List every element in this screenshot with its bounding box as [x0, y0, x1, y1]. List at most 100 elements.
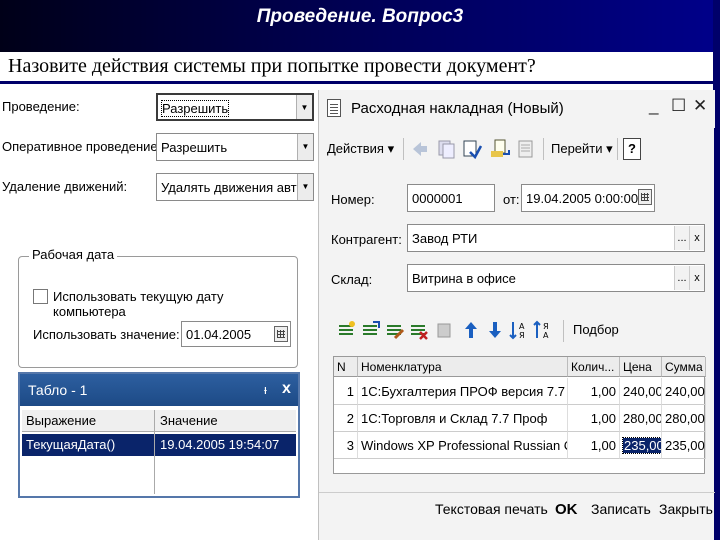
clear-icon[interactable]: x [689, 226, 704, 250]
work-date-input[interactable]: 01.04.2005 [181, 321, 291, 347]
quantity-cell[interactable]: 1,00 [568, 405, 620, 432]
setting-row-operative-posting: Оперативное проведение: Разрешить ▼ [2, 131, 314, 161]
copy-document-icon[interactable] [435, 138, 457, 160]
sum-cell[interactable]: 240,00 [662, 378, 706, 405]
row-number-cell[interactable]: 1 [334, 378, 358, 405]
close-icon[interactable]: x [282, 380, 291, 398]
sum-cell[interactable]: 280,00 [662, 405, 706, 432]
tablo-title: Табло - 1 [28, 382, 88, 398]
value-cell[interactable]: 19.04.2005 19:54:07 [160, 437, 279, 452]
select-ellipsis-button[interactable]: ... [674, 266, 689, 290]
svg-text:A: A [543, 331, 549, 340]
warehouse-label: Склад: [331, 272, 373, 287]
ok-button[interactable]: OK [555, 501, 578, 518]
select-ellipsis-button[interactable]: ... [674, 226, 689, 250]
column-header[interactable]: Номенклатура [358, 357, 568, 377]
item-name-cell[interactable]: 1С:Бухгалтерия ПРОФ версия 7.7 [358, 378, 568, 405]
setting-label: Оперативное проведение: [2, 139, 162, 154]
setting-row-delete-movements: Удаление движений: Удалять движения авто… [2, 171, 314, 201]
expression-cell[interactable]: ТекущаяДата() [26, 437, 115, 452]
date-value: 19.04.2005 0:00:00 [526, 191, 639, 206]
sort-descending-icon[interactable]: ЯA [533, 320, 553, 340]
close-icon[interactable]: ✕ [693, 96, 707, 116]
price-cell[interactable]: 235,00 [620, 432, 662, 459]
item-name-cell[interactable]: Windows XP Professional Russian CD [358, 432, 568, 459]
pin-icon[interactable]: ᵻ [264, 382, 267, 397]
window-titlebar: Расходная накладная (Новый) _ ☐ ✕ [319, 90, 715, 128]
copy-row-icon[interactable] [361, 320, 381, 340]
price-cell[interactable]: 240,00 [620, 378, 662, 405]
contractor-input[interactable]: Завод РТИ ... x [407, 224, 705, 252]
column-header[interactable]: Сумма [662, 357, 706, 377]
actions-menu-button[interactable]: Действия ▾ [327, 141, 394, 157]
help-button[interactable]: ? [623, 138, 641, 160]
maximize-icon[interactable]: ☐ [671, 96, 686, 116]
column-header[interactable]: Значение [160, 413, 218, 428]
document-list-icon[interactable] [515, 138, 537, 160]
row-number-cell[interactable]: 2 [334, 405, 358, 432]
quantity-cell[interactable]: 1,00 [568, 378, 620, 405]
chevron-down-icon[interactable]: ▼ [297, 134, 313, 160]
slide-question: Назовите действия системы при попытке пр… [0, 52, 720, 84]
from-label: от: [503, 192, 520, 207]
svg-text:Я: Я [543, 322, 549, 331]
add-row-icon[interactable] [337, 320, 357, 340]
row-number-cell[interactable]: 3 [334, 432, 358, 459]
use-computer-date-checkbox[interactable] [33, 289, 48, 304]
calendar-icon[interactable] [638, 189, 652, 205]
text-print-button[interactable]: Текстовая печать [435, 501, 548, 517]
quantity-cell[interactable]: 1,00 [568, 432, 620, 459]
column-header[interactable]: Цена [620, 357, 662, 377]
column-header[interactable]: N [334, 357, 358, 377]
column-header[interactable]: Колич... [568, 357, 620, 377]
end-edit-icon[interactable] [435, 320, 455, 340]
toolbar-divider [403, 138, 404, 160]
setting-row-posting: Проведение: Разрешить ▼ [2, 91, 314, 121]
use-value-label: Использовать значение: [33, 327, 180, 342]
svg-text:Я: Я [519, 331, 525, 340]
minimize-icon[interactable]: _ [649, 96, 658, 116]
invoice-window: Расходная накладная (Новый) _ ☐ ✕ Действ… [318, 90, 715, 540]
warehouse-input[interactable]: Витрина в офисе ... x [407, 264, 705, 292]
date-input[interactable]: 19.04.2005 0:00:00 [521, 184, 655, 212]
back-arrow-icon[interactable] [409, 138, 431, 160]
work-date-group: Рабочая дата Использовать текущую дату к… [18, 247, 298, 368]
delete-row-icon[interactable] [409, 320, 429, 340]
delete-movements-select[interactable]: Удалять движения авто ▼ [156, 173, 314, 201]
number-input[interactable]: 0000001 [407, 184, 495, 212]
posting-settings-panel: Проведение: Разрешить ▼ Оперативное пров… [0, 87, 316, 209]
save-button[interactable]: Записать [591, 501, 651, 517]
chevron-down-icon[interactable]: ▼ [296, 95, 312, 119]
contractor-label: Контрагент: [331, 232, 402, 247]
warehouse-value: Витрина в офисе [412, 271, 516, 286]
checkbox-label: Использовать текущую дату компьютера [53, 289, 224, 319]
toolbar-divider [543, 138, 544, 160]
operative-posting-select[interactable]: Разрешить ▼ [156, 133, 314, 161]
move-up-icon[interactable] [461, 320, 481, 340]
close-button[interactable]: Закрыть [659, 501, 713, 517]
number-value: 0000001 [412, 191, 463, 206]
number-label: Номер: [331, 192, 375, 207]
group-title: Рабочая дата [29, 247, 118, 262]
item-name-cell[interactable]: 1С:Торговля и Склад 7.7 Проф [358, 405, 568, 432]
sum-cell[interactable]: 235,00 [662, 432, 706, 459]
setting-label: Проведение: [2, 99, 80, 114]
edit-row-icon[interactable] [385, 320, 405, 340]
column-header[interactable]: Выражение [26, 413, 96, 428]
sort-ascending-icon[interactable]: AЯ [509, 320, 529, 340]
chevron-down-icon[interactable]: ▼ [297, 174, 313, 200]
clear-icon[interactable]: x [689, 266, 704, 290]
posting-select[interactable]: Разрешить ▼ [156, 93, 314, 121]
post-document-icon[interactable] [461, 138, 483, 160]
window-title: Расходная накладная (Новый) [351, 100, 564, 117]
move-down-icon[interactable] [485, 320, 505, 340]
move-document-icon[interactable] [489, 138, 511, 160]
calendar-icon[interactable] [274, 326, 288, 342]
selected-cell-value: 235,00 [622, 437, 661, 454]
table-row[interactable]: ТекущаяДата() 19.04.2005 19:54:07 [22, 434, 296, 456]
select-items-button[interactable]: Подбор [573, 322, 619, 337]
select-value: Удалять движения авто [161, 180, 297, 195]
goto-menu-button[interactable]: Перейти ▾ [551, 141, 613, 157]
slide-title: Проведение. Вопрос3 [256, 6, 464, 27]
price-cell[interactable]: 280,00 [620, 405, 662, 432]
